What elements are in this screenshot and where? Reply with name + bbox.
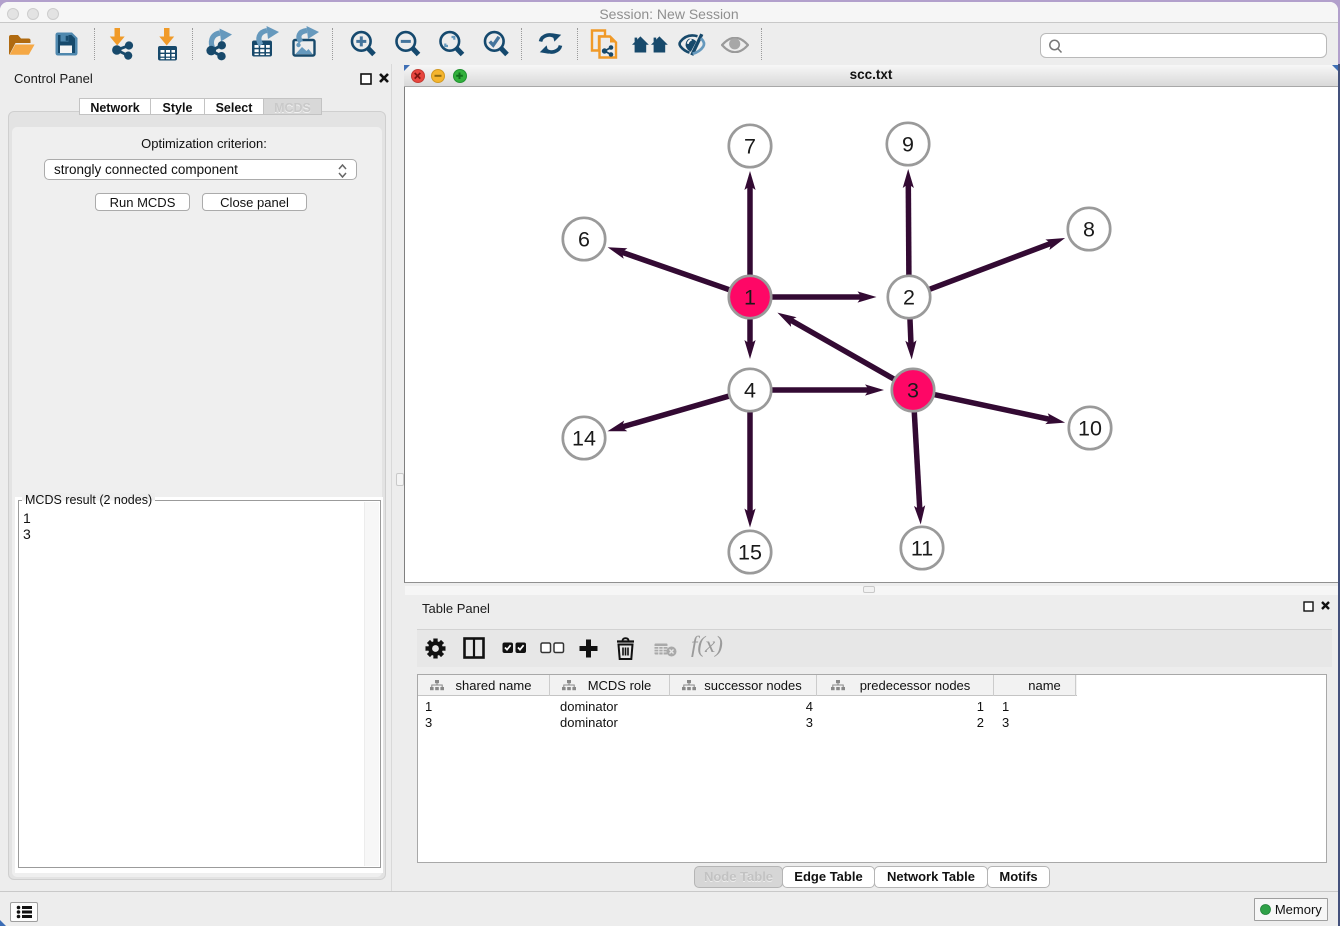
svg-text:7: 7 (744, 135, 756, 159)
svg-text:9: 9 (902, 133, 914, 157)
svg-text:1: 1 (744, 286, 756, 310)
svg-text:2: 2 (903, 286, 915, 310)
svg-text:14: 14 (572, 427, 596, 451)
svg-text:11: 11 (911, 537, 933, 561)
svg-text:10: 10 (1078, 417, 1102, 441)
svg-text:15: 15 (738, 541, 762, 565)
svg-text:3: 3 (907, 379, 919, 403)
svg-text:8: 8 (1083, 218, 1095, 242)
svg-text:6: 6 (578, 228, 590, 252)
svg-text:4: 4 (744, 379, 756, 403)
